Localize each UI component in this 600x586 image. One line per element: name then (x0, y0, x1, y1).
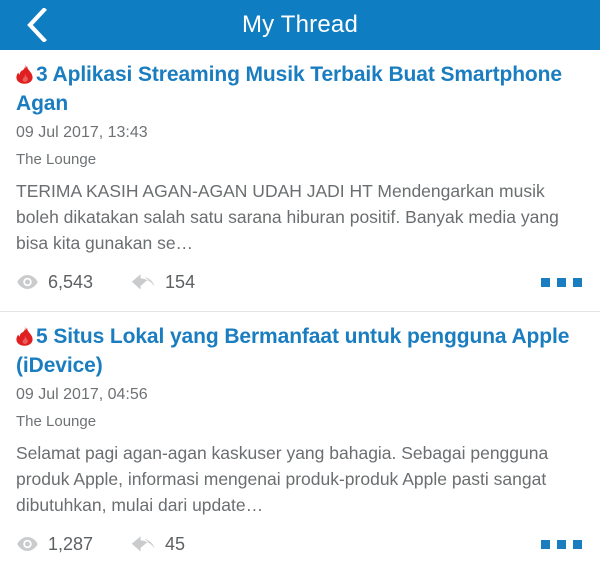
back-button[interactable] (14, 0, 58, 50)
more-options-dot (573, 539, 582, 549)
thread-stats-row: 1,287 45 (16, 522, 584, 566)
more-options-icon[interactable] (539, 272, 584, 293)
reply-count: 45 (131, 535, 185, 553)
more-options-icon[interactable] (539, 534, 584, 555)
more-options-dot (541, 539, 550, 549)
reply-count-value: 154 (165, 272, 196, 292)
chevron-left-icon (25, 8, 47, 42)
thread-date: 09 Jul 2017, 04:56 (16, 386, 148, 403)
view-count-value: 1,287 (48, 534, 94, 554)
flame-icon (16, 325, 33, 346)
more-options-dot (557, 539, 566, 549)
thread-title-text: 3 Aplikasi Streaming Musik Terbaik Buat … (16, 63, 562, 115)
thread-excerpt: TERIMA KASIH AGAN-AGAN UDAH JADI HT Mend… (16, 181, 559, 253)
reply-arrow-icon (131, 535, 156, 553)
reply-count: 154 (131, 273, 195, 291)
thread-item[interactable]: 5 Situs Lokal yang Bermanfaat untuk peng… (0, 311, 600, 566)
thread-title-text: 5 Situs Lokal yang Bermanfaat untuk peng… (16, 325, 570, 377)
thread-list: 3 Aplikasi Streaming Musik Terbaik Buat … (0, 50, 600, 566)
view-count-value: 6,543 (48, 272, 94, 292)
thread-forum: The Lounge (16, 151, 97, 168)
thread-stats-row: 6,543 154 (16, 260, 584, 304)
thread-excerpt: Selamat pagi agan-agan kaskuser yang bah… (16, 443, 549, 515)
thread-date: 09 Jul 2017, 13:43 (16, 124, 148, 141)
view-count: 1,287 (16, 535, 93, 553)
eye-icon (16, 536, 39, 552)
thread-item[interactable]: 3 Aplikasi Streaming Musik Terbaik Buat … (0, 50, 600, 304)
flame-icon (16, 63, 33, 84)
page-title: My Thread (241, 11, 359, 38)
thread-title-row[interactable]: 3 Aplikasi Streaming Musik Terbaik Buat … (16, 60, 584, 118)
reply-count-value: 45 (165, 534, 186, 554)
app-header: My Thread (0, 0, 600, 50)
thread-forum: The Lounge (16, 413, 97, 430)
eye-icon (16, 274, 39, 290)
thread-title-row[interactable]: 5 Situs Lokal yang Bermanfaat untuk peng… (16, 322, 584, 380)
more-options-dot (573, 277, 582, 287)
more-options-dot (541, 277, 550, 287)
reply-arrow-icon (131, 273, 156, 291)
view-count: 6,543 (16, 273, 93, 291)
more-options-dot (557, 277, 566, 287)
